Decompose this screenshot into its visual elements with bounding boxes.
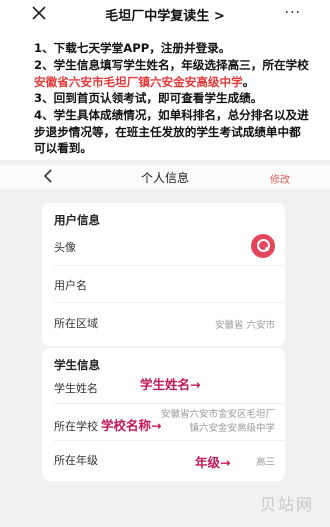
instructions-article: 1、下载七天学堂APP，注册并登录。 2、学生信息填写学生姓名，年级选择高三，所… [0,30,330,160]
avatar-label: 头像 [54,241,76,254]
grade-label: 所在年级 [54,454,98,467]
profile-header: 个人信息 修改 [0,165,330,189]
avatar[interactable] [251,234,275,258]
student-info-card: 学生信息 学生姓名 所在学校 安徽省六安市金安区毛坦厂镇六安金安高级中学 所在年… [42,348,285,481]
edit-button[interactable]: 修改 [270,171,290,186]
region-label: 所在区域 [54,317,98,330]
instruction-step-2-text: 2、学生信息填写学生姓名，年级选择高三，所在学校 [34,58,309,72]
divider [54,403,285,404]
student-info-title: 学生信息 [54,358,100,372]
instruction-step-3: 3、回到首页认领考试，即可查看学生成绩。 [34,91,263,105]
more-icon[interactable]: ··· [285,5,301,21]
instruction-step-2: 2、学生信息填写学生姓名，年级选择高三，所在学校安徽省六安市毛坦厂镇六安金安高级… [34,57,310,90]
school-value[interactable]: 安徽省六安市金安区毛坦厂镇六安金安高级中学 [157,408,275,436]
page-title[interactable]: 毛坦厂中学复读生 > [0,5,330,24]
school-name-highlight: 安徽省六安市毛坦厂镇六安金安高级中学 [34,74,243,89]
divider [54,440,285,441]
region-value[interactable]: 安徽省 六安市 [215,317,275,331]
grade-value[interactable]: 高三 [256,454,275,468]
divider [54,265,285,266]
student-name-label: 学生姓名 [54,382,98,395]
chevron-right-icon: > [213,9,225,24]
instruction-step-2-end: 。 [242,74,255,89]
divider [54,302,285,303]
annotation-grade: 年级→ [195,455,231,470]
annotation-school-name: 学校名称→ [101,418,162,433]
page-title-text: 毛坦厂中学复读生 [105,9,210,24]
user-info-title: 用户信息 [54,213,100,227]
annotation-student-name: 学生姓名→ [140,377,201,392]
username-label: 用户名 [54,279,87,292]
user-info-card: 用户信息 头像 用户名 所在区域 安徽省 六安市 [42,203,285,346]
instruction-step-4: 4、学生具体成绩情况，如单科排名，总分排名以及进步退步情况等，在班主任发放的学生… [34,108,309,155]
top-bar: 毛坦厂中学复读生 > ··· [0,0,330,30]
instruction-step-1: 1、下载七天学堂APP，注册并登录。 [34,41,231,55]
school-label: 所在学校 [54,420,98,433]
watermark-logo: 贝站网 [259,495,314,514]
